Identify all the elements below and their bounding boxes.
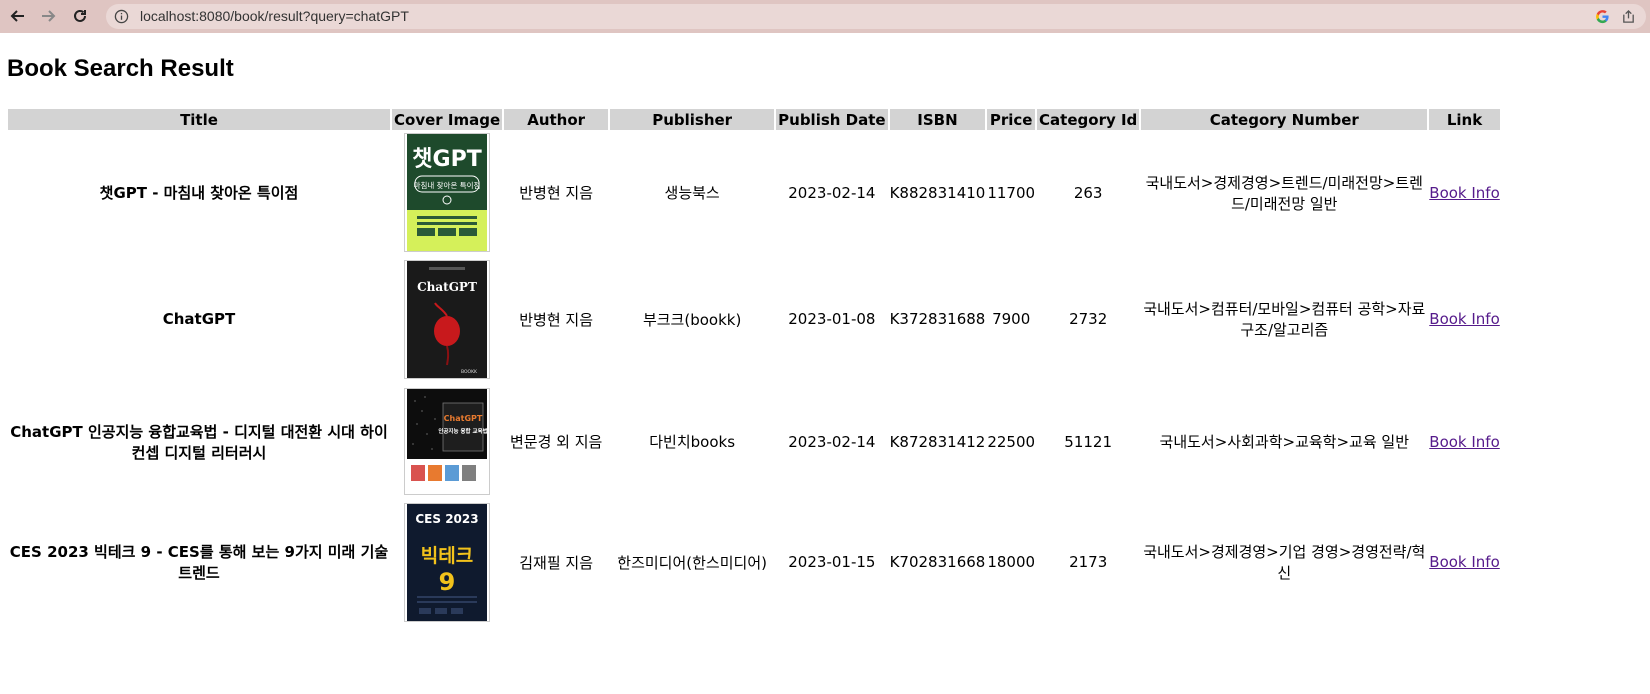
category-id-cell: 263 [1073, 183, 1103, 202]
google-icon[interactable] [1595, 9, 1610, 28]
link-cell: Book Info [1429, 500, 1500, 624]
cover-cell: 챗GPT 마침내 찾아온 특이점 [392, 132, 502, 253]
cover-cell: ChatGPT BOOKK [392, 255, 502, 383]
publisher-cell: 한즈미디어(한스미디어) [617, 553, 767, 572]
cover-sub-text: 마침내 찾아온 특이점 [414, 180, 481, 190]
book-cover-image[interactable]: 챗GPT 마침내 찾아온 특이점 [404, 133, 491, 252]
isbn-cell: K882831410 [889, 183, 986, 202]
cover-big-text: 9 [439, 568, 456, 596]
category-id-cell: 51121 [1064, 432, 1113, 451]
category-id-cell: 2173 [1069, 553, 1108, 571]
book-title: ChatGPT 인공지능 융합교육법 - 디지털 대전환 시대 하이컨셉 디지털… [10, 422, 388, 462]
page-title: Book Search Result [7, 55, 234, 82]
header-cover-image: Cover Image [392, 109, 503, 130]
author-cell: 변문경 외 지음 [509, 433, 603, 451]
link-cell: Book Info [1429, 255, 1500, 383]
results-table: Title Cover Image Author Publisher Publi… [6, 107, 1502, 626]
share-icon[interactable] [1621, 9, 1636, 28]
browser-toolbar: localhost:8080/book/result?query=chatGPT [0, 0, 1650, 33]
header-author: Author [504, 109, 609, 130]
cover-sub-text: CES 2023 [415, 512, 478, 526]
category-number-cell: 국내도서>사회과학>교육학>교육 일반 [1159, 433, 1410, 451]
price-cell: 18000 [987, 553, 1036, 571]
publisher-cell: 생능북스 [664, 184, 720, 202]
book-cover-image[interactable]: ChatGPT BOOKK [404, 259, 491, 379]
book-cover-image[interactable]: CES 2023 빅테크 9 [404, 502, 491, 622]
header-category-id: Category Id [1037, 109, 1140, 130]
cover-cell: ChatGPT 인공지능 융합 교육법 [392, 385, 502, 498]
table-row: CES 2023 빅테크 9 - CES를 통해 보는 9가지 미래 기술 트렌… [8, 500, 1500, 624]
book-title: 챗GPT - 마침내 찾아온 특이점 [99, 184, 299, 202]
category-id-cell: 2732 [1069, 310, 1108, 328]
publisher-cell: 부크크(bookk) [642, 310, 742, 329]
category-number-cell: 국내도서>경제경영>기업 경영>경영전략/혁신 [1143, 543, 1426, 582]
info-icon[interactable] [114, 9, 129, 28]
table-row: ChatGPT 인공지능 융합교육법 - 디지털 대전환 시대 하이컨셉 디지털… [8, 385, 1500, 498]
book-info-link[interactable]: Book Info [1429, 184, 1500, 202]
forward-button[interactable] [38, 6, 58, 26]
publisher-cell: 다빈치books [649, 433, 736, 451]
forward-arrow-icon [42, 10, 56, 22]
publish-date-cell: 2023-02-14 [788, 432, 876, 451]
book-info-link[interactable]: Book Info [1429, 310, 1500, 328]
back-button[interactable] [8, 6, 28, 26]
header-row: Title Cover Image Author Publisher Publi… [8, 109, 1500, 130]
book-title: CES 2023 빅테크 9 - CES를 통해 보는 9가지 미래 기술 트렌… [9, 543, 389, 582]
cover-main-text: 빅테크 [421, 545, 473, 567]
price-cell: 7900 [992, 310, 1031, 328]
author-cell: 반병현 지음 [519, 310, 594, 329]
header-title: Title [8, 109, 390, 130]
header-category-number: Category Number [1141, 109, 1428, 130]
category-number-cell: 국내도서>경제경영>트렌드/미래전망>트렌드/미래전망 일반 [1145, 173, 1423, 213]
header-price: Price [987, 109, 1036, 130]
publish-date-cell: 2023-02-14 [788, 183, 876, 202]
link-cell: Book Info [1429, 132, 1500, 253]
book-info-link[interactable]: Book Info [1429, 553, 1500, 571]
isbn-cell: K372831688 [889, 310, 986, 328]
publish-date-cell: 2023-01-08 [788, 310, 876, 328]
cover-cell: CES 2023 빅테크 9 [392, 500, 502, 624]
isbn-cell: K702831668 [889, 553, 986, 571]
price-cell: 22500 [987, 432, 1036, 451]
header-isbn: ISBN [889, 109, 986, 130]
back-arrow-icon [10, 10, 24, 22]
address-bar[interactable]: localhost:8080/book/result?query=chatGPT [106, 4, 1646, 29]
header-link: Link [1429, 109, 1500, 130]
reload-icon [74, 9, 86, 22]
book-cover-image[interactable]: ChatGPT 인공지능 융합 교육법 [404, 388, 491, 495]
book-title: ChatGPT [162, 310, 236, 328]
header-publish-date: Publish Date [776, 109, 888, 130]
cover-main-text: 챗GPT [412, 147, 481, 172]
publish-date-cell: 2023-01-15 [788, 553, 876, 571]
table-row: ChatGPT ChatGPT BOOKK 반병현 지음 부크크(bookk) … [8, 255, 1500, 383]
cover-footer-text: BOOKK [461, 369, 478, 375]
url-text[interactable]: localhost:8080/book/result?query=chatGPT [140, 8, 409, 24]
link-cell: Book Info [1429, 385, 1500, 498]
category-number-cell: 국내도서>컴퓨터/모바일>컴퓨터 공학>자료구조/알고리즘 [1143, 300, 1426, 339]
author-cell: 김재필 지음 [519, 553, 594, 572]
isbn-cell: K872831412 [889, 432, 986, 451]
book-info-link[interactable]: Book Info [1429, 433, 1500, 451]
author-cell: 반병현 지음 [519, 184, 594, 202]
price-cell: 11700 [987, 183, 1036, 202]
cover-main-text: ChatGPT [417, 280, 477, 294]
cover-main-text: ChatGPT [444, 414, 483, 423]
table-row: 챗GPT - 마침내 찾아온 특이점 챗GPT 마침내 찾아온 특이점 반병현 … [8, 132, 1500, 253]
reload-button[interactable] [70, 6, 90, 26]
header-publisher: Publisher [610, 109, 775, 130]
cover-sub-text: 인공지능 융합 교육법 [438, 427, 487, 435]
